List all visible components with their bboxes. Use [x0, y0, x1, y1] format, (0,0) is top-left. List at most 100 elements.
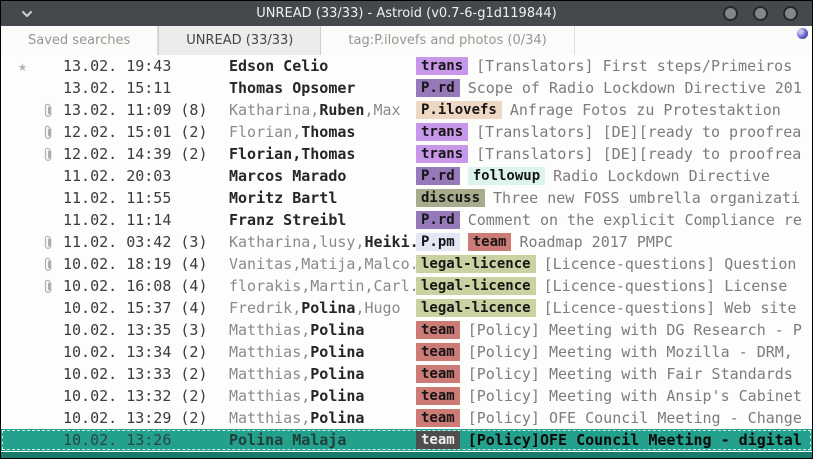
- thread-row[interactable]: ★13.02. 19:43Edson Celiotrans [Translator…: [1, 55, 812, 77]
- thread-tag: team: [468, 233, 512, 251]
- thread-authors: Fredrik,Polina,Hugo: [229, 299, 416, 317]
- thread-main: legal-licence [Licence-questions] Web sit…: [416, 299, 812, 317]
- window-buttons: [723, 6, 798, 21]
- thread-main: trans [Translators] First steps/Primeiros: [416, 57, 812, 75]
- chevron-down-icon[interactable]: [21, 10, 33, 18]
- thread-row[interactable]: 12.02. 14:39 (2)Florian,Thomastrans[Tran…: [1, 143, 812, 165]
- thread-main: P.pm team Roadmap 2017 PMPC: [416, 233, 812, 251]
- window-button-1[interactable]: [723, 6, 738, 21]
- thread-row[interactable]: 11.02. 03:42 (3)Katharina,lusy,Heiki.P.p…: [1, 231, 812, 253]
- thread-tag: P.pm: [416, 233, 460, 251]
- tab-2[interactable]: UNREAD (33/33): [158, 26, 321, 55]
- thread-row[interactable]: 10.02. 13:33 (2)Matthias,Polinateam[Poli…: [1, 363, 812, 385]
- thread-authors: florakis,Martin,Carl.: [229, 277, 416, 295]
- thread-tag: legal-licence: [416, 299, 536, 317]
- thread-subject: [Translators] [DE][ready to proofrea: [476, 145, 801, 163]
- thread-date: 11.02. 11:55: [63, 189, 229, 207]
- thread-subject: [Policy]OFE Council Meeting - digital: [468, 431, 802, 449]
- row-icons: [1, 125, 63, 140]
- thread-tag: trans: [416, 123, 468, 141]
- row-icons: ★: [1, 59, 63, 74]
- tab-3[interactable]: tag:P.ilovefs and photos (0/34): [321, 26, 574, 55]
- globe-icon: [797, 28, 808, 39]
- thread-row[interactable]: 10.02. 13:29 (2)Matthias,Polinateam[Poli…: [1, 407, 812, 429]
- thread-date: 13.02. 11:09 (8): [63, 101, 229, 119]
- thread-row[interactable]: 11.02. 11:14Franz StreiblP.rdComment on …: [1, 209, 812, 231]
- thread-authors: Marcos Marado: [229, 167, 416, 185]
- thread-authors: Polina Malaja: [229, 431, 416, 449]
- thread-row[interactable]: 11.02. 11:55Moritz BartldiscussThree new…: [1, 187, 812, 209]
- thread-date: 10.02. 13:35 (3): [63, 321, 229, 339]
- row-icons: [1, 103, 63, 118]
- astroid-window: UNREAD (33/33) - Astroid (v0.7-6-g1d1198…: [0, 0, 813, 459]
- thread-main: legal-licence [Licence-questions] License: [416, 277, 812, 295]
- thread-subject: [Licence-questions] License: [544, 277, 788, 295]
- thread-tag: P.ilovefs: [416, 101, 502, 119]
- thread-authors: Edson Celio: [229, 57, 416, 75]
- row-icons: [1, 257, 63, 272]
- thread-tag: trans: [416, 57, 468, 75]
- thread-row[interactable]: 13.02. 15:11Thomas OpsomerP.rdScope of R…: [1, 77, 812, 99]
- thread-authors: Thomas Opsomer: [229, 79, 416, 97]
- thread-authors: Katharina,Ruben,Max: [229, 101, 416, 119]
- row-icons: [1, 147, 63, 162]
- thread-subject: [Licence-questions] Web site: [544, 299, 797, 317]
- thread-subject: [Policy] OFE Council Meeting - Change: [468, 409, 802, 427]
- row-icons: [1, 235, 63, 250]
- thread-row[interactable]: 12.02. 15:01 (2)Florian,Thomastrans[Tran…: [1, 121, 812, 143]
- thread-main: P.rdComment on the explicit Compliance r…: [416, 211, 812, 229]
- thread-subject: Roadmap 2017 PMPC: [519, 233, 673, 251]
- thread-date: 11.02. 20:03: [63, 167, 229, 185]
- titlebar: UNREAD (33/33) - Astroid (v0.7-6-g1d1198…: [1, 1, 812, 26]
- thread-date: 10.02. 13:29 (2): [63, 409, 229, 427]
- thread-date: 10.02. 13:33 (2): [63, 365, 229, 383]
- window-button-2[interactable]: [753, 6, 768, 21]
- thread-main: team[Policy] Meeting with Ansip's Cabine…: [416, 387, 812, 405]
- thread-authors: Vanitas,Matija,Malco.: [229, 255, 416, 273]
- thread-list: ★13.02. 19:43Edson Celiotrans[Translator…: [1, 55, 812, 452]
- thread-date: 13.02. 15:11: [63, 79, 229, 97]
- thread-date: 10.02. 16:08 (4): [63, 277, 229, 295]
- thread-row[interactable]: 10.02. 13:35 (3)Matthias,Polinateam[Poli…: [1, 319, 812, 341]
- thread-main: team[Policy] Meeting with DG Research - …: [416, 321, 812, 339]
- thread-date: 10.02. 13:32 (2): [63, 387, 229, 405]
- thread-date: 12.02. 15:01 (2): [63, 123, 229, 141]
- thread-date: 12.02. 14:39 (2): [63, 145, 229, 163]
- thread-tag: team: [416, 431, 460, 449]
- thread-tag: legal-licence: [416, 277, 536, 295]
- thread-subject: [Policy] Meeting with DG Research - P: [468, 321, 802, 339]
- thread-row[interactable]: 10.02. 13:32 (2)Matthias,Polinateam[Poli…: [1, 385, 812, 407]
- thread-subject: [Policy] Meeting with Ansip's Cabinet: [468, 387, 802, 405]
- tab-1[interactable]: Saved searches: [1, 26, 158, 55]
- thread-row[interactable]: 10.02. 18:19 (4)Vanitas,Matija,Malco.leg…: [1, 253, 812, 275]
- window-button-3[interactable]: [783, 6, 798, 21]
- thread-authors: Moritz Bartl: [229, 189, 416, 207]
- thread-row[interactable]: 13.02. 11:09 (8)Katharina,Ruben,MaxP.ilo…: [1, 99, 812, 121]
- paperclip-icon: [42, 257, 54, 272]
- thread-main: team [Policy]OFE Council Meeting - digita…: [416, 431, 812, 449]
- thread-subject: Three new FOSS umbrella organizati: [493, 189, 800, 207]
- thread-subject: Scope of Radio Lockdown Directive 201: [468, 79, 802, 97]
- thread-date: 10.02. 18:19 (4): [63, 255, 229, 273]
- thread-main: trans[Translators] [DE][ready to proofre…: [416, 123, 812, 141]
- thread-date: 10.02. 13:34 (2): [63, 343, 229, 361]
- thread-main: trans[Translators] [DE][ready to proofre…: [416, 145, 812, 163]
- thread-subject: Comment on the explicit Compliance re: [468, 211, 802, 229]
- thread-date: 13.02. 19:43: [63, 57, 229, 75]
- thread-tag: legal-licence: [416, 255, 536, 273]
- thread-row[interactable]: 10.02. 16:08 (4)florakis,Martin,Carl.leg…: [1, 275, 812, 297]
- thread-authors: Matthias,Polina: [229, 409, 416, 427]
- thread-row[interactable]: 10.02. 13:34 (2)Matthias,Polinateam[Poli…: [1, 341, 812, 363]
- thread-authors: Matthias,Polina: [229, 343, 416, 361]
- thread-authors: Matthias,Polina: [229, 387, 416, 405]
- window-title: UNREAD (33/33) - Astroid (v0.7-6-g1d1198…: [1, 6, 812, 21]
- thread-date: 10.02. 15:37 (4): [63, 299, 229, 317]
- thread-main: team[Policy] Meeting with Fair Standards: [416, 365, 812, 383]
- thread-row[interactable]: 10.02. 13:26Polina Malajateam[Policy]OFE…: [1, 429, 812, 451]
- thread-subject: [Translators] First steps/Primeiros: [476, 57, 792, 75]
- thread-main: P.rdScope of Radio Lockdown Directive 20…: [416, 79, 812, 97]
- thread-date: 11.02. 03:42 (3): [63, 233, 229, 251]
- thread-row[interactable]: 11.02. 20:03Marcos MaradoP.rdfollowupRad…: [1, 165, 812, 187]
- thread-main: P.ilovefsAnfrage Fotos zu Protestaktion: [416, 101, 812, 119]
- thread-row[interactable]: 10.02. 15:37 (4)Fredrik,Polina,Hugolegal…: [1, 297, 812, 319]
